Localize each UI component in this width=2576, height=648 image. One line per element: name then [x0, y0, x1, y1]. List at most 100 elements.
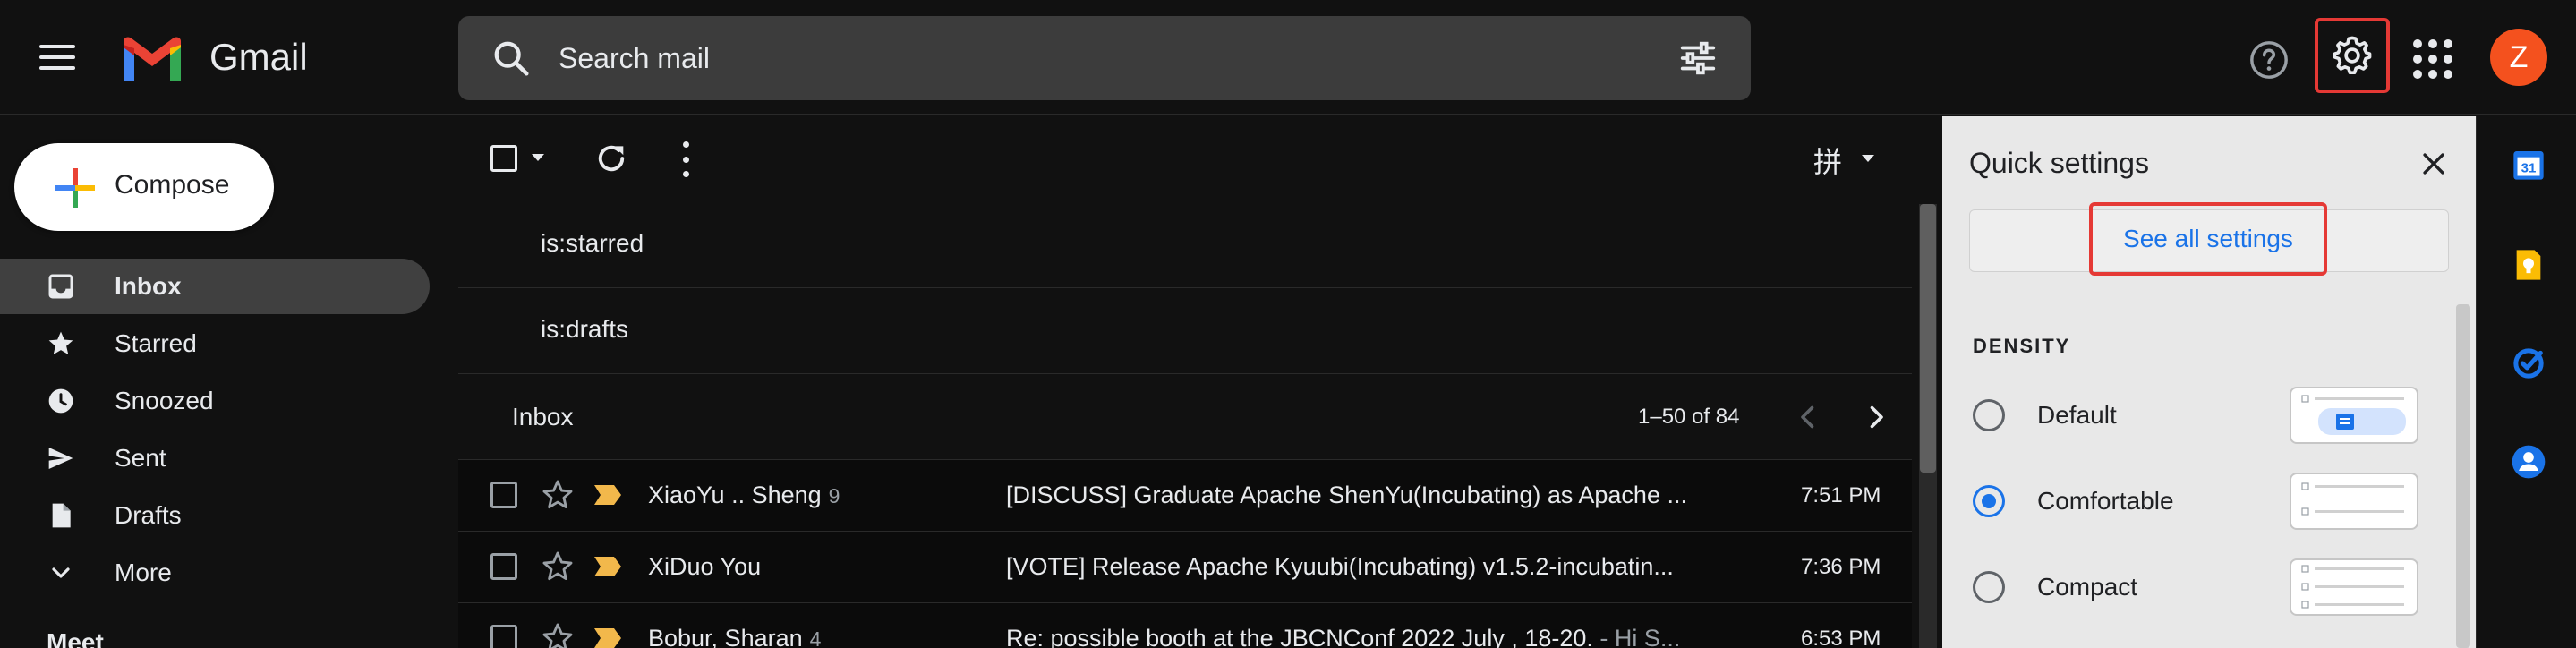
sidebar-item-label: Sent	[115, 444, 166, 472]
compose-button[interactable]: Compose	[14, 143, 274, 231]
settings-button[interactable]	[2315, 18, 2390, 93]
sidebar-item-label: More	[115, 558, 172, 586]
saved-search-label: is:drafts	[541, 315, 629, 343]
density-option-comfortable[interactable]: Comfortable	[1973, 473, 2420, 530]
svg-text:31: 31	[2521, 160, 2537, 175]
thread-count: 9	[828, 484, 840, 507]
density-radio[interactable]	[1973, 571, 2005, 603]
inbox-icon	[48, 274, 73, 299]
sidebar-item-label: Inbox	[115, 272, 182, 300]
star-outline-icon[interactable]	[541, 478, 575, 512]
row-checkbox[interactable]	[490, 625, 517, 648]
gmail-app: Gmail Search mail Z Compose Inbox Starre…	[0, 0, 2576, 648]
thread-count: 4	[809, 627, 822, 648]
input-tools-caret-icon[interactable]	[1862, 155, 1874, 162]
important-marker-icon[interactable]	[593, 483, 623, 507]
gmail-wordmark[interactable]: Gmail	[209, 36, 308, 79]
saved-search-label: is:starred	[541, 229, 644, 257]
density-comfortable-preview-icon	[2301, 482, 2404, 516]
search-icon[interactable]	[490, 38, 532, 79]
draft-icon	[52, 503, 71, 528]
compose-plus-icon	[55, 168, 95, 208]
send-icon	[48, 448, 73, 469]
quick-settings-scrollbar[interactable]	[2456, 304, 2470, 648]
gmail-logo-icon[interactable]	[120, 36, 184, 84]
select-all-checkbox[interactable]	[490, 145, 517, 172]
menu-bar	[39, 55, 75, 59]
density-radio[interactable]	[1973, 399, 2005, 431]
saved-search-starred[interactable]: is:starred	[458, 202, 1912, 288]
gear-icon	[2333, 36, 2372, 74]
sidebar-item-starred[interactable]: Starred	[0, 316, 430, 371]
density-option-compact[interactable]: Compact	[1973, 558, 2420, 616]
keep-icon[interactable]	[2511, 247, 2546, 283]
refresh-icon[interactable]	[593, 140, 630, 177]
mail-row[interactable]: Bobur, Sharan 4 Re: possible booth at the…	[458, 603, 1912, 648]
mail-list-scrollbar-thumb[interactable]	[1920, 204, 1936, 473]
more-options-icon[interactable]	[680, 141, 691, 177]
chevron-right-icon[interactable]	[1860, 401, 1892, 433]
search-bar[interactable]	[458, 16, 1751, 100]
density-preview-compact	[2290, 558, 2418, 616]
star-outline-icon[interactable]	[541, 621, 575, 648]
chevron-down-icon	[52, 567, 70, 578]
density-heading: DENSITY	[1973, 335, 2071, 357]
saved-search-drafts[interactable]: is:drafts	[458, 288, 1912, 374]
row-sender: XiDuo You	[648, 553, 762, 580]
sidebar-item-label: Starred	[115, 329, 197, 357]
row-time: 6:53 PM	[1801, 627, 1881, 648]
compose-label: Compose	[115, 170, 230, 200]
inbox-section-header: Inbox 1–50 of 84	[458, 374, 1912, 460]
star-outline-icon[interactable]	[541, 550, 575, 584]
help-icon[interactable]	[2248, 39, 2290, 81]
side-panel-rail: 31	[2476, 116, 2576, 648]
meet-section-heading: Meet	[47, 628, 104, 648]
sidebar-item-more[interactable]: More	[0, 545, 430, 601]
search-options-icon[interactable]	[1677, 38, 1719, 79]
tasks-icon[interactable]	[2511, 345, 2546, 381]
density-label: Default	[2037, 401, 2117, 429]
search-input[interactable]	[559, 36, 1615, 81]
sidebar-item-drafts[interactable]: Drafts	[0, 488, 430, 543]
density-radio-selected[interactable]	[1973, 485, 2005, 517]
density-label: Compact	[2037, 573, 2138, 601]
sidebar-item-sent[interactable]: Sent	[0, 431, 430, 486]
sidebar-item-inbox[interactable]: Inbox	[0, 259, 430, 314]
input-tools-icon[interactable]: 拼	[1813, 140, 1842, 181]
mail-row[interactable]: XiaoYu .. Sheng 9 [DISCUSS] Graduate Apac…	[458, 460, 1912, 532]
important-marker-icon[interactable]	[593, 555, 623, 578]
row-checkbox[interactable]	[490, 553, 517, 580]
close-icon[interactable]	[2418, 149, 2449, 179]
row-checkbox[interactable]	[490, 482, 517, 508]
sidebar-item-snoozed[interactable]: Snoozed	[0, 373, 430, 429]
top-header: Gmail Search mail Z	[0, 0, 2576, 115]
chevron-left-icon[interactable]	[1792, 401, 1824, 433]
select-dropdown-caret-icon[interactable]	[532, 154, 544, 161]
density-preview-default	[2290, 387, 2418, 444]
main-menu-button[interactable]	[39, 38, 79, 77]
density-option-default[interactable]: Default	[1973, 387, 2420, 444]
clock-icon	[48, 388, 73, 414]
row-subject: [VOTE] Release Apache Kyuubi(Incubating)…	[1006, 553, 1674, 580]
menu-bar	[39, 45, 75, 48]
important-marker-icon[interactable]	[593, 627, 623, 648]
google-apps-icon[interactable]	[2413, 39, 2452, 79]
account-avatar[interactable]: Z	[2490, 29, 2547, 86]
star-icon	[48, 331, 73, 354]
menu-bar	[39, 66, 75, 70]
contacts-icon[interactable]	[2511, 444, 2546, 480]
row-subject: Re: possible booth at the JBCNConf 2022 …	[1006, 625, 1681, 648]
row-time: 7:36 PM	[1801, 555, 1881, 579]
inbox-section-title[interactable]: Inbox	[512, 403, 574, 431]
mail-row[interactable]: XiDuo You [VOTE] Release Apache Kyuubi(I…	[458, 532, 1912, 603]
see-all-settings-button[interactable]: See all settings	[2089, 202, 2327, 276]
mail-toolbar: 拼	[458, 116, 1912, 200]
sidebar-item-label: Snoozed	[115, 387, 214, 414]
density-default-preview-icon	[2301, 395, 2406, 435]
row-sender: Bobur, Sharan 4	[648, 625, 821, 648]
row-sender: XiaoYu .. Sheng 9	[648, 482, 840, 508]
quick-settings-title: Quick settings	[1969, 147, 2149, 179]
row-subject: [DISCUSS] Graduate Apache ShenYu(Incubat…	[1006, 482, 1687, 508]
calendar-icon[interactable]: 31	[2511, 147, 2546, 183]
sidebar-item-label: Drafts	[115, 501, 182, 529]
